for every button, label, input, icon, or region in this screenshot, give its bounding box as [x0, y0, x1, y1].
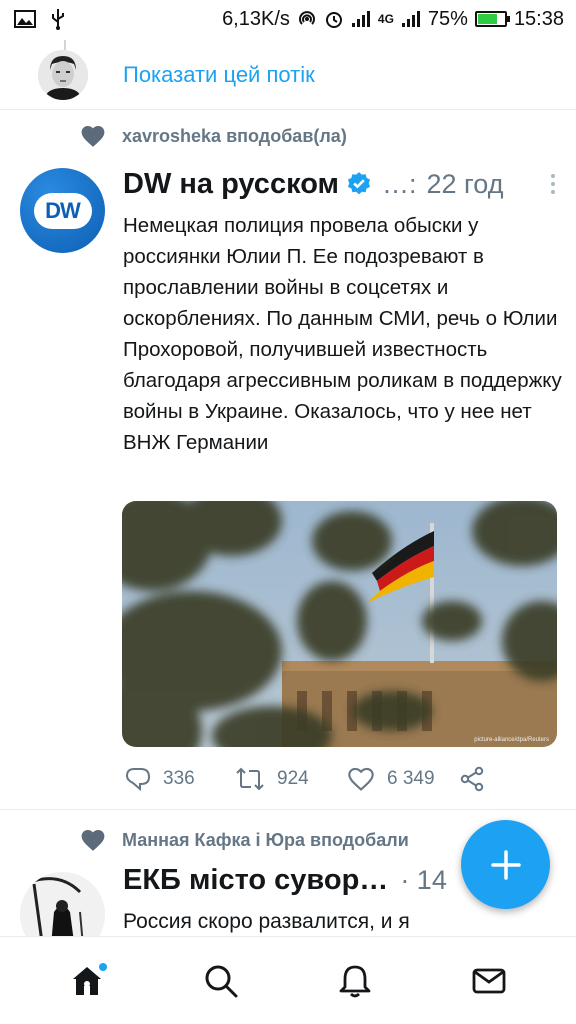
like-count: 6 349 [387, 768, 435, 789]
new-content-dot [99, 962, 107, 971]
messages-icon [472, 968, 506, 993]
retweet-button[interactable]: 924 [235, 767, 347, 791]
reply-button[interactable]: 336 [125, 767, 235, 791]
status-bar-right: 6,13K/s 4G 75% 15:38 [222, 8, 564, 31]
avatar[interactable]: DW [20, 168, 105, 253]
bottom-navigation [0, 936, 576, 1024]
timestamp: · 14 [400, 865, 447, 895]
social-context: Манная Кафка і Юра вподобали [80, 828, 409, 852]
tweet-text: Немецкая полиция провела обыски у россия… [123, 214, 562, 454]
battery-icon [474, 11, 510, 27]
battery-percent: 75% [427, 7, 468, 30]
more-options-icon[interactable] [545, 172, 561, 196]
reaper-avatar-image [20, 872, 105, 936]
show-thread-row[interactable]: Показати цей потік [0, 40, 576, 110]
nav-search[interactable] [191, 951, 251, 1011]
clock: 15:38 [513, 7, 564, 30]
tweet[interactable]: xavrosheka вподобав(ла) DW DW на русском… [0, 110, 576, 810]
notifications-icon [339, 965, 371, 997]
social-context-label: xavrosheka вподобав(ла) [122, 125, 347, 146]
nav-messages[interactable] [459, 951, 519, 1011]
reply-count: 336 [163, 768, 195, 789]
status-bar: 6,13K/s 4G 75% 15:38 [0, 0, 576, 38]
battery-fill [477, 14, 498, 24]
tweet-text: Россия скоро развалится, и я [123, 910, 410, 933]
tweet-actions: 336 924 6 349 [125, 762, 565, 796]
search-icon [205, 965, 238, 997]
signal-icon-2 [401, 11, 420, 27]
compose-tweet-button[interactable] [461, 820, 550, 909]
like-button[interactable]: 6 349 [347, 766, 459, 792]
nav-notifications[interactable] [325, 951, 385, 1011]
verified-badge-icon [347, 172, 371, 195]
status-bar-left [14, 8, 66, 30]
reply-icon [125, 768, 151, 791]
tweet-header: DW на русском …: 22 год [123, 164, 563, 204]
social-context: xavrosheka вподобав(ла) [80, 124, 347, 148]
social-context-label: Манная Кафка і Юра вподобали [122, 829, 409, 850]
network-type: 4G [377, 12, 394, 26]
signal-icon-1 [351, 11, 370, 27]
image-notification-icon [14, 10, 36, 28]
usb-icon [52, 9, 64, 30]
plus-icon [490, 849, 521, 880]
tweet-header: ЕКБ місто сувор… · 14 [123, 864, 447, 897]
dw-logo-text: DW [45, 197, 81, 223]
tweet-media[interactable]: picture-alliance/dpa/Reuters [122, 501, 557, 747]
hotspot-icon [298, 11, 315, 25]
reichstag-flag-photo [122, 501, 557, 747]
display-name[interactable]: DW на русском [123, 168, 339, 201]
display-name[interactable]: ЕКБ місто сувор… [123, 864, 388, 897]
handle: …: [382, 168, 417, 199]
share-button[interactable] [459, 766, 485, 792]
person-avatar-image [38, 50, 88, 100]
avatar[interactable] [38, 50, 88, 100]
retweet-count: 924 [277, 768, 309, 789]
retweet-icon [236, 767, 264, 791]
media-credit: picture-alliance/dpa/Reuters [474, 737, 549, 743]
timestamp: 22 год [426, 168, 504, 199]
show-thread-link[interactable]: Показати цей потік [123, 62, 315, 88]
avatar[interactable] [20, 872, 105, 936]
share-icon [460, 766, 484, 792]
heart-outline-icon [348, 767, 374, 791]
nav-home[interactable] [57, 951, 117, 1011]
heart-filled-icon [81, 126, 105, 147]
net-speed: 6,13K/s [222, 7, 290, 30]
heart-filled-icon [81, 830, 105, 851]
dw-logo: DW [33, 192, 92, 229]
alarm-icon [325, 12, 342, 28]
